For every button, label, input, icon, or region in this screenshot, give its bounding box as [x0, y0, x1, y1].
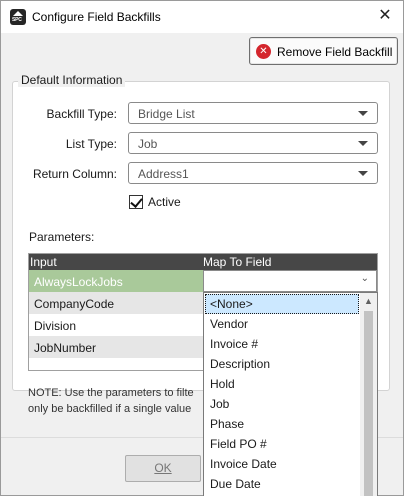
row-input: AlwaysLockJobs	[34, 275, 123, 289]
return-column-combo[interactable]: Address1	[128, 162, 378, 184]
remove-icon: ✕	[256, 44, 271, 59]
remove-field-backfill-button[interactable]: ✕ Remove Field Backfill	[249, 37, 398, 65]
list-type-combo[interactable]: Job	[128, 132, 378, 154]
close-button[interactable]: ✕	[367, 1, 403, 33]
backfill-type-combo[interactable]: Bridge List	[128, 102, 378, 124]
table-row[interactable]: AlwaysLockJobs ⌄	[29, 270, 377, 292]
dropdown-item[interactable]: Field PO #	[205, 434, 359, 454]
dropdown-item[interactable]: Due Date	[205, 474, 359, 494]
dropdown-item[interactable]: Description	[205, 354, 359, 374]
list-type-value: Job	[138, 137, 158, 151]
active-label[interactable]: Active	[148, 195, 181, 209]
dropdown-item[interactable]: Vendor	[205, 314, 359, 334]
title-bar: SPC Configure Field Backfills ✕	[1, 1, 403, 33]
chevron-down-icon: ⌄	[360, 273, 369, 284]
ok-label: OK	[154, 461, 172, 475]
window-title: Configure Field Backfills	[32, 10, 161, 24]
map-to-field-combo[interactable]: ⌄	[203, 270, 377, 292]
dropdown-item[interactable]: Invoice #	[205, 334, 359, 354]
backfill-type-label: Backfill Type:	[46, 107, 117, 121]
active-checkbox[interactable]	[129, 195, 143, 209]
scrollbar-thumb[interactable]	[364, 311, 373, 496]
group-legend: Default Information	[18, 73, 126, 87]
return-column-label: Return Column:	[32, 167, 117, 181]
dropdown-item[interactable]: Invoice Date	[205, 454, 359, 474]
map-to-field-dropdown: <None> Vendor Invoice # Description Hold…	[203, 292, 378, 496]
dialog-window: SPC Configure Field Backfills ✕ ✕ Remove…	[0, 0, 404, 496]
column-header-map-to-field[interactable]: Map To Field	[203, 255, 271, 269]
row-input: CompanyCode	[34, 297, 115, 311]
chevron-down-icon	[358, 171, 368, 176]
dropdown-item[interactable]: <None>	[205, 294, 359, 314]
dropdown-scrollbar[interactable]: ▲	[360, 293, 377, 496]
row-input: Division	[34, 319, 77, 333]
dropdown-item[interactable]: Phase	[205, 414, 359, 434]
list-type-label: List Type:	[65, 137, 117, 151]
chevron-up-icon[interactable]: ▲	[360, 293, 377, 310]
chevron-down-icon	[358, 141, 368, 146]
row-input: JobNumber	[34, 341, 97, 355]
dropdown-item[interactable]: Job	[205, 394, 359, 414]
dropdown-item[interactable]: Hold	[205, 374, 359, 394]
parameters-label: Parameters:	[29, 230, 95, 244]
chevron-down-icon	[358, 111, 368, 116]
ok-button[interactable]: OK	[125, 455, 201, 482]
column-header-input[interactable]: Input	[30, 255, 57, 269]
grid-header: Input Map To Field	[29, 254, 377, 270]
remove-button-label: Remove Field Backfill	[277, 45, 393, 59]
return-column-value: Address1	[138, 167, 189, 181]
app-logo-icon: SPC	[10, 9, 26, 25]
backfill-type-value: Bridge List	[138, 107, 195, 121]
